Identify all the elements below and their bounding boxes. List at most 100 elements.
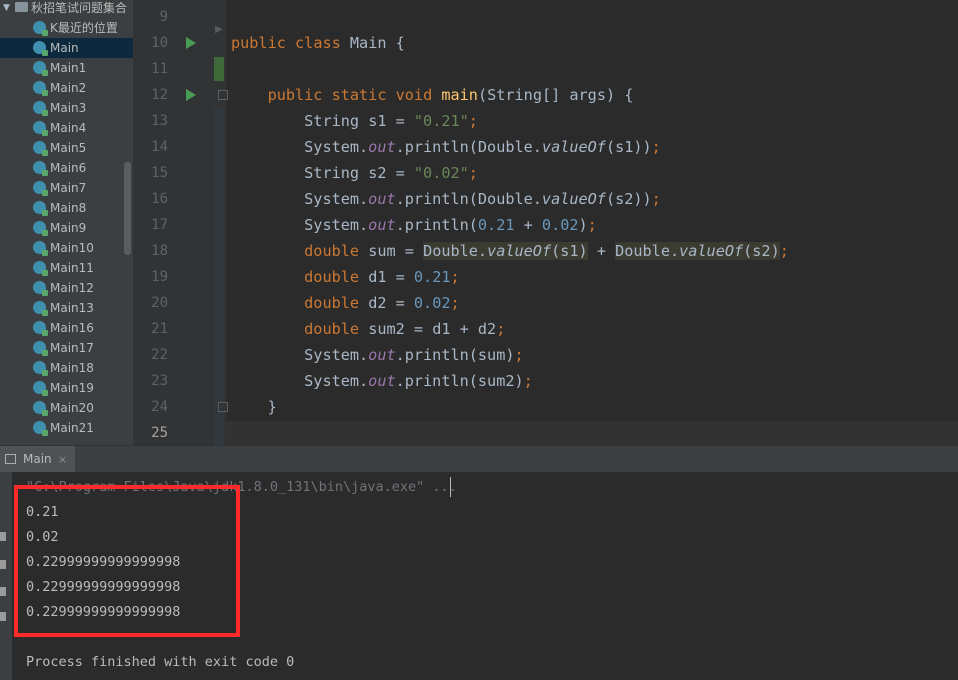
run-tab-label: Main	[23, 452, 52, 466]
tree-item-label: Main9	[50, 221, 87, 235]
tree-folder[interactable]: ▼ 秋招笔试问题集合	[0, 0, 133, 18]
code-line-23: System.out.println(sum2);	[231, 368, 533, 394]
java-class-icon	[33, 61, 48, 76]
run-class-icon[interactable]	[186, 37, 196, 49]
code-text: .println(Double.	[395, 138, 542, 156]
java-class-icon	[33, 41, 48, 56]
tree-item-label: Main7	[50, 181, 87, 195]
tree-item-label: Main13	[50, 301, 94, 315]
line-number: 22	[151, 347, 168, 363]
semicolon: ;	[651, 190, 661, 208]
java-class-icon	[33, 361, 48, 376]
semicolon: ;	[651, 138, 661, 156]
line-number: 11	[151, 61, 168, 77]
java-class-icon	[33, 401, 48, 416]
java-class-icon	[33, 241, 48, 256]
tree-item-main17[interactable]: Main17	[0, 338, 133, 358]
tree-item-main3[interactable]: Main3	[0, 98, 133, 118]
tree-item-main19[interactable]: Main19	[0, 378, 133, 398]
tree-item-main18[interactable]: Main18	[0, 358, 133, 378]
tree-item-main6[interactable]: Main6	[0, 158, 133, 178]
tree-item-label: Main5	[50, 141, 87, 155]
tree-item-label: Main21	[50, 421, 94, 435]
tree-item-main11[interactable]: Main11	[0, 258, 133, 278]
java-class-icon	[33, 261, 48, 276]
tree-item-label: Main12	[50, 281, 94, 295]
keyword: static	[331, 86, 387, 104]
fold-open-icon[interactable]	[218, 90, 228, 100]
chevron-down-icon[interactable]: ▼	[3, 0, 10, 18]
java-class-icon	[33, 21, 48, 36]
change-marker	[214, 57, 224, 81]
scroll-to-end-icon[interactable]	[0, 587, 6, 596]
print-icon[interactable]	[0, 612, 6, 621]
tree-item-main5[interactable]: Main5	[0, 138, 133, 158]
semicolon: ;	[514, 346, 524, 364]
tree-item-label: Main4	[50, 121, 87, 135]
tree-item-main9[interactable]: Main9	[0, 218, 133, 238]
code-text: +	[587, 242, 616, 260]
java-class-icon	[33, 101, 48, 116]
tree-item-label: K最近的位置	[50, 21, 118, 35]
tree-item-main4[interactable]: Main4	[0, 118, 133, 138]
tree-item-main7[interactable]: Main7	[0, 178, 133, 198]
line-number: 21	[151, 321, 168, 337]
tree-item-label: Main1	[50, 61, 87, 75]
project-scrollbar[interactable]	[124, 162, 131, 255]
tree-item-label: Main10	[50, 241, 94, 255]
rerun-icon[interactable]	[0, 532, 6, 541]
tree-item-label: Main20	[50, 401, 94, 415]
tree-item-main2[interactable]: Main2	[0, 78, 133, 98]
console-exit-message: Process finished with exit code 0	[26, 654, 295, 670]
code-line-14: System.out.println(Double.valueOf(s1));	[231, 134, 661, 160]
code-text: (s1)	[551, 242, 588, 260]
tree-item-main16[interactable]: Main16	[0, 318, 133, 338]
run-tool-window-header: Main ×	[0, 445, 958, 473]
code-line-17: System.out.println(0.21 + 0.02);	[231, 212, 597, 238]
semicolon: ;	[450, 294, 460, 312]
tree-item-main13[interactable]: Main13	[0, 298, 133, 318]
tree-item-k[interactable]: K最近的位置	[0, 18, 133, 38]
line-number: 13	[151, 113, 168, 129]
semicolon: ;	[523, 372, 533, 390]
keyword: double	[304, 294, 360, 312]
semicolon: ;	[450, 268, 460, 286]
keyword: class	[295, 34, 341, 52]
tree-item-main12[interactable]: Main12	[0, 278, 133, 298]
tree-item-main21[interactable]: Main21	[0, 418, 133, 438]
number-literal: 0.21	[413, 268, 451, 286]
usage-highlight: Double.valueOf(s1)	[423, 242, 588, 260]
java-class-icon	[33, 281, 48, 296]
class-name: Main	[349, 34, 387, 52]
code-text: System.	[304, 346, 369, 364]
run-method-icon[interactable]	[186, 89, 196, 101]
tree-item-main[interactable]: Main	[0, 38, 133, 58]
tree-item-main8[interactable]: Main8	[0, 198, 133, 218]
tree-item-main1[interactable]: Main1	[0, 58, 133, 78]
tree-item-label: Main17	[50, 341, 94, 355]
tree-item-label: Main8	[50, 201, 87, 215]
semicolon: ;	[779, 242, 789, 260]
semicolon: ;	[587, 216, 597, 234]
close-icon[interactable]: ×	[58, 446, 67, 473]
keyword: public	[267, 86, 323, 104]
line-number: 19	[151, 269, 168, 285]
code-text: (String[] args) {	[477, 86, 634, 104]
semicolon: ;	[468, 164, 478, 182]
string-literal: "0.21"	[413, 112, 469, 130]
code-text: (s1))	[605, 138, 652, 156]
fold-close-icon[interactable]	[218, 402, 228, 412]
code-text: Double.	[423, 242, 488, 260]
tree-item-label: Main16	[50, 321, 94, 335]
semicolon: ;	[496, 320, 506, 338]
stop-icon[interactable]	[0, 560, 6, 569]
code-line-18: double sum = Double.valueOf(s1) + Double…	[231, 238, 789, 264]
tree-item-main20[interactable]: Main20	[0, 398, 133, 418]
fold-marker-icon[interactable]: ▶	[215, 24, 223, 35]
java-class-icon	[33, 121, 48, 136]
tree-item-main10[interactable]: Main10	[0, 238, 133, 258]
tree-item-label: Main6	[50, 161, 87, 175]
line-number: 9	[159, 9, 168, 25]
code-text: .println(sum)	[395, 346, 515, 364]
run-tab-main[interactable]: Main ×	[0, 446, 75, 473]
